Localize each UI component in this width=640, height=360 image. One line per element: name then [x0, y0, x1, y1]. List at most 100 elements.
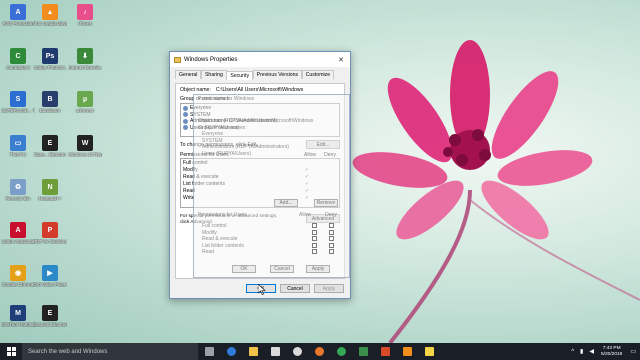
ghost-permissions-table: Full control Modify Read & execute List … — [200, 223, 340, 256]
camtasia-icon[interactable] — [352, 343, 374, 360]
tab-security[interactable]: Security — [226, 70, 254, 80]
app-icon: ▭ — [10, 135, 26, 151]
desktop-icon[interactable]: A AVG Protection — [1, 4, 35, 26]
ghost-perms-label: Permissions for Users — [198, 212, 247, 218]
app-icon: ♪ — [77, 4, 93, 20]
volume-icon[interactable]: ◀ — [589, 348, 594, 355]
ghost-apply-button[interactable]: Apply — [306, 265, 330, 273]
edge-icon[interactable] — [220, 343, 242, 360]
allow-checkbox[interactable] — [312, 249, 317, 254]
firefox-icon[interactable] — [308, 343, 330, 360]
desktop-icon[interactable]: B Bandicam — [33, 91, 67, 113]
permissions-dialog-fading: Permissions for Windows Object name: C:\… — [193, 94, 350, 278]
chrome-icon[interactable] — [330, 343, 352, 360]
search-box[interactable]: Search the web and Windows — [22, 343, 198, 360]
desktop-icon[interactable]: P PDF for Explorer — [33, 222, 67, 244]
notes-icon[interactable] — [418, 343, 440, 360]
chevron-up-icon[interactable]: ^ — [571, 349, 574, 355]
store-icon[interactable] — [264, 343, 286, 360]
desktop-icon[interactable]: C Camtasia 9 — [1, 48, 35, 70]
network-icon[interactable]: ▮ — [580, 348, 583, 355]
title-bar[interactable]: Windows Properties ✕ — [170, 52, 350, 67]
ghost-allow-header: Allow — [299, 212, 311, 218]
desktop-icon[interactable]: N Notepad++ — [33, 179, 67, 201]
deny-checkbox[interactable] — [329, 249, 334, 254]
desktop-icon[interactable]: ▶ Orb Video Player — [33, 265, 67, 287]
object-name-label: Object name: — [180, 87, 211, 93]
allow-checkbox[interactable] — [312, 223, 317, 228]
tab-strip: General Sharing Security Previous Versio… — [175, 70, 350, 80]
deny-checkbox[interactable] — [329, 223, 334, 228]
vlc-icon[interactable] — [396, 343, 418, 360]
allow-checkbox[interactable] — [312, 229, 317, 235]
desktop-icon-label: Easy... Electron — [34, 152, 66, 157]
start-button[interactable] — [0, 343, 22, 360]
user-group-icon — [183, 125, 188, 131]
desktop-icon[interactable]: ⬇ Internet Downlo... — [68, 48, 102, 70]
close-icon[interactable]: ✕ — [332, 56, 350, 64]
app-icon: N — [42, 179, 58, 195]
clock-date: 5/20/2018 — [600, 351, 623, 357]
recorder-icon[interactable] — [374, 343, 396, 360]
media-icon[interactable] — [286, 343, 308, 360]
tab-general[interactable]: General — [175, 70, 202, 79]
ghost-user-item: Users (RUPYA\Users) — [202, 150, 252, 157]
app-icon: S — [10, 91, 26, 107]
desktop-icon[interactable]: WWindows 10 Repa... — [68, 135, 102, 157]
deny-checkbox[interactable] — [329, 229, 334, 235]
desktop-icon[interactable]: SSUPERAntiS... Tools — [1, 91, 35, 113]
deny-checkbox[interactable] — [329, 236, 334, 241]
ghost-ok-button[interactable]: OK — [232, 265, 256, 273]
desktop-icon[interactable]: AAdobe Applicatio... — [1, 222, 35, 244]
app-icon: B — [42, 91, 58, 107]
desktop-icon-label: VLC media player — [33, 21, 67, 26]
desktop-icon-label: iTunes — [78, 21, 92, 26]
desktop-icon[interactable]: µ µTorrent — [68, 91, 102, 113]
clock[interactable]: 7:43 PM 5/20/2018 — [601, 346, 622, 357]
allow-checkbox[interactable] — [312, 242, 317, 248]
allow-checkbox[interactable] — [312, 236, 317, 241]
cancel-button[interactable]: Cancel — [280, 284, 310, 293]
app-icon: W — [77, 135, 93, 151]
desktop-icon-label: µTorrent — [76, 108, 94, 113]
notification-icon[interactable]: ▭ — [630, 348, 636, 355]
desktop-icon-label: Windows 10 Repa... — [68, 152, 102, 157]
task-view-icon[interactable] — [198, 343, 220, 360]
user-group-icon — [183, 105, 188, 111]
ghost-perm-name: Read — [202, 249, 214, 255]
desktop-icon[interactable]: ♻ Recycle Bin — [1, 179, 35, 201]
ghost-add-button[interactable]: Add... — [274, 199, 298, 207]
desktop-icon-label: Adobe Applicatio... — [1, 239, 35, 244]
desktop-icon[interactable]: ▲ VLC media player — [33, 4, 67, 26]
app-icon: ▲ — [42, 4, 58, 20]
deny-checkbox[interactable] — [329, 242, 334, 248]
app-icon: Ps — [42, 48, 58, 64]
apply-button[interactable]: Apply — [314, 284, 344, 293]
folder-icon — [174, 56, 181, 63]
desktop-icon-label: Camtasia 9 — [6, 65, 30, 70]
search-placeholder: Search the web and Windows — [28, 348, 108, 355]
clock-time: 7:43 PM — [602, 346, 621, 351]
tab-customize[interactable]: Customize — [301, 70, 335, 79]
app-icon: E — [42, 135, 58, 151]
system-tray: ^ ▮ ◀ 7:43 PM 5/20/2018 ▭ — [568, 343, 640, 360]
desktop-icon[interactable]: M MiniTool Partition — [1, 305, 35, 327]
desktop-icon-label: This PC — [9, 152, 27, 157]
desktop-icon[interactable]: E Easy... Electron — [33, 135, 67, 157]
ghost-remove-button[interactable]: Remove — [314, 199, 338, 207]
file-explorer-icon[interactable] — [242, 343, 264, 360]
tab-sharing[interactable]: Sharing — [200, 70, 227, 79]
desktop-icon[interactable]: EEaseUS Electron (2) — [33, 305, 67, 327]
app-icon: ▶ — [42, 265, 58, 281]
desktop-icon[interactable]: ◉ Google Chrome — [1, 265, 35, 287]
window-title: Windows Properties — [184, 56, 238, 63]
desktop-icon-label: MiniTool Partition — [1, 322, 35, 327]
desktop-icon-label: Recycle Bin — [5, 196, 31, 201]
app-icon: ◉ — [10, 265, 26, 281]
tab-previous-versions[interactable]: Previous Versions — [252, 70, 303, 79]
ghost-cancel-button[interactable]: Cancel — [270, 265, 294, 273]
desktop-icon[interactable]: Ps Adobe Photosh... — [33, 48, 67, 70]
desktop-icon[interactable]: ▭ This PC — [1, 135, 35, 157]
app-icon: ♻ — [10, 179, 26, 195]
desktop-icon[interactable]: ♪ iTunes — [68, 4, 102, 26]
